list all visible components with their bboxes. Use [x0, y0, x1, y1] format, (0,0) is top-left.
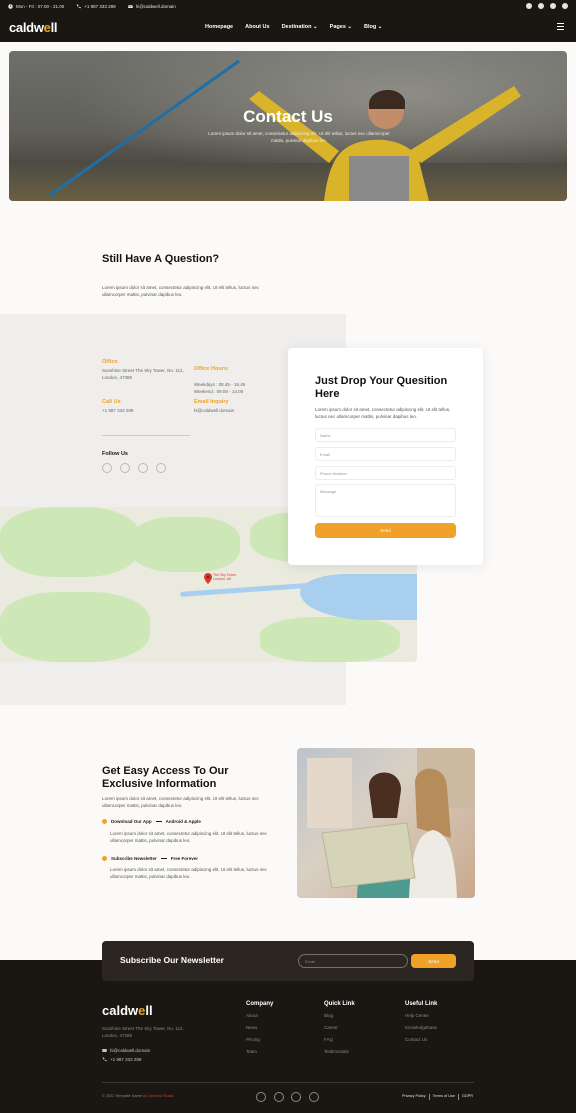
hours-info: Office Hours: Weekdays : 08.45 - 16.45 W…: [194, 366, 246, 394]
footer-divider: [102, 1082, 474, 1083]
follow-label: Follow Us: [102, 451, 128, 457]
travelers-photo: [297, 748, 475, 898]
footer-company: Company About News Pricing Team: [246, 1001, 273, 1061]
newsletter-bar: Subscribe Our Newsletter Email Send: [102, 941, 474, 981]
footer-link-faq[interactable]: FAQ: [324, 1037, 355, 1049]
youtube-icon[interactable]: [291, 1092, 301, 1102]
clock-icon: [8, 3, 13, 9]
form-title: Just Drop Your Quesition Here: [315, 375, 448, 400]
nav-about[interactable]: About Us: [245, 24, 269, 30]
legal-links: Privacy Policy Terms of Use GDPR: [402, 1094, 473, 1100]
linkedin-icon[interactable]: [309, 1092, 319, 1102]
footer-link-career[interactable]: Career: [324, 1025, 355, 1037]
hero-banner: Contact Us Lorem ipsum dolor sit amet, c…: [9, 51, 567, 201]
inquiry-info: Email Inquiry hi@caldwell.domain: [194, 399, 235, 413]
hours-item: Mon - Fri : 07.00 - 21.00: [8, 4, 64, 9]
logo[interactable]: caldwell: [9, 20, 57, 35]
mail-icon: [127, 4, 133, 8]
phone-icon: [102, 1057, 107, 1062]
footer-useful: Useful Link Help Center Knowledgebase Co…: [405, 1001, 437, 1049]
footer-logo[interactable]: caldwell: [102, 1003, 153, 1018]
facebook-icon[interactable]: [102, 463, 112, 473]
footer: [0, 960, 576, 1113]
footer-link-testimonials[interactable]: Testimonials: [324, 1049, 355, 1061]
footer-link-contact[interactable]: Contact Us: [405, 1037, 437, 1049]
youtube-icon[interactable]: [138, 463, 148, 473]
twitter-icon[interactable]: [538, 3, 544, 9]
newsletter-email-input[interactable]: Email: [298, 954, 408, 968]
subscribe-item: Subscribe Newsletter Free Forever: [102, 856, 198, 861]
divider: [102, 435, 190, 436]
contact-form-card: Just Drop Your Quesition Here Lorem ipsu…: [288, 348, 483, 565]
footer-link-team[interactable]: Team: [246, 1049, 273, 1061]
nav-blog[interactable]: Blog ⌄: [364, 24, 382, 30]
nav-homepage[interactable]: Homepage: [205, 24, 233, 30]
phone-item[interactable]: +1 987 333 289: [76, 3, 116, 9]
newsletter-send-button[interactable]: Send: [411, 954, 456, 968]
form-text: Lorem ipsum dolor sit amet, consectetur …: [315, 407, 451, 419]
footer-link-about[interactable]: About: [246, 1013, 273, 1025]
question-text: Lorem ipsum dolor sit amet, consectetur …: [102, 285, 259, 297]
footer-link-help[interactable]: Help Center: [405, 1013, 437, 1025]
linkedin-icon[interactable]: [156, 463, 166, 473]
twitter-icon[interactable]: [120, 463, 130, 473]
name-input[interactable]: Name: [315, 428, 456, 442]
hero-subtitle: Lorem ipsum dolor sit amet, consectetur …: [208, 131, 390, 143]
download-app-item: Download Our App Android & Apple: [102, 819, 201, 824]
map-pin-icon[interactable]: [204, 573, 212, 584]
twitter-icon[interactable]: [274, 1092, 284, 1102]
top-bar: Mon - Fri : 07.00 - 21.00 +1 987 333 289…: [0, 0, 576, 12]
bullet-icon: [102, 819, 107, 824]
nav-menu: Homepage About Us Destination ⌄ Pages ⌄ …: [205, 12, 382, 42]
menu-icon[interactable]: [557, 23, 564, 32]
nav-pages[interactable]: Pages ⌄: [330, 24, 352, 30]
map-pin-label: The Sky Tower London, UK: [213, 573, 237, 581]
question-title: Still Have A Question?: [102, 253, 220, 265]
nav-destination[interactable]: Destination ⌄: [282, 24, 318, 30]
phone-icon: [77, 3, 82, 8]
call-info: Call Us +1 987 333 289: [102, 399, 134, 413]
hero-title: Contact Us: [243, 107, 333, 126]
terms-link[interactable]: Terms of Use: [433, 1094, 455, 1100]
footer-phone[interactable]: +1 987 333 289: [102, 1057, 141, 1062]
main-nav: caldwell Homepage About Us Destination ⌄…: [0, 12, 576, 42]
footer-address: Sunshine Street The Sky Tower, No. 112, …: [102, 1026, 184, 1038]
facebook-icon[interactable]: [256, 1092, 266, 1102]
subscribe-text: Lorem ipsum dolor sit amet, consectetur …: [110, 867, 267, 879]
footer-link-pricing[interactable]: Pricing: [246, 1037, 273, 1049]
footer-link-knowledgebase[interactable]: Knowledgebase: [405, 1025, 437, 1037]
access-text: Lorem ipsum dolor sit amet, consectetur …: [102, 796, 259, 808]
bullet-icon: [102, 856, 107, 861]
linkedin-icon[interactable]: [562, 3, 568, 9]
footer-link-news[interactable]: News: [246, 1025, 273, 1037]
footer-quick: Quick Link Blog Career FAQ Testimonials: [324, 1001, 355, 1061]
footer-link-blog[interactable]: Blog: [324, 1013, 355, 1025]
phone-input[interactable]: Phone Number: [315, 466, 456, 480]
newsletter-title: Subscribe Our Newsletter: [120, 955, 224, 965]
footer-email[interactable]: hi@caldwell.domain: [102, 1048, 150, 1053]
office-info: Office Sunshine Street The Sky Tower, No…: [102, 359, 184, 380]
gdpr-link[interactable]: GDPR: [462, 1094, 473, 1100]
message-textarea[interactable]: Message: [315, 484, 456, 517]
send-button[interactable]: Send: [315, 523, 456, 538]
access-title: Get Easy Access To Our Exclusive Informa…: [102, 765, 229, 790]
mail-icon: [102, 1049, 107, 1052]
download-app-text: Lorem ipsum dolor sit amet, consectetur …: [110, 831, 267, 843]
email-item[interactable]: hi@caldwell.domain: [127, 4, 176, 9]
youtube-icon[interactable]: [550, 3, 556, 9]
topbar-social: [526, 3, 568, 9]
facebook-icon[interactable]: [526, 3, 532, 9]
copyright: © 2021 Template Name by Dewrust Studio: [102, 1094, 174, 1098]
email-input[interactable]: Email: [315, 447, 456, 461]
privacy-link[interactable]: Privacy Policy: [402, 1094, 426, 1100]
